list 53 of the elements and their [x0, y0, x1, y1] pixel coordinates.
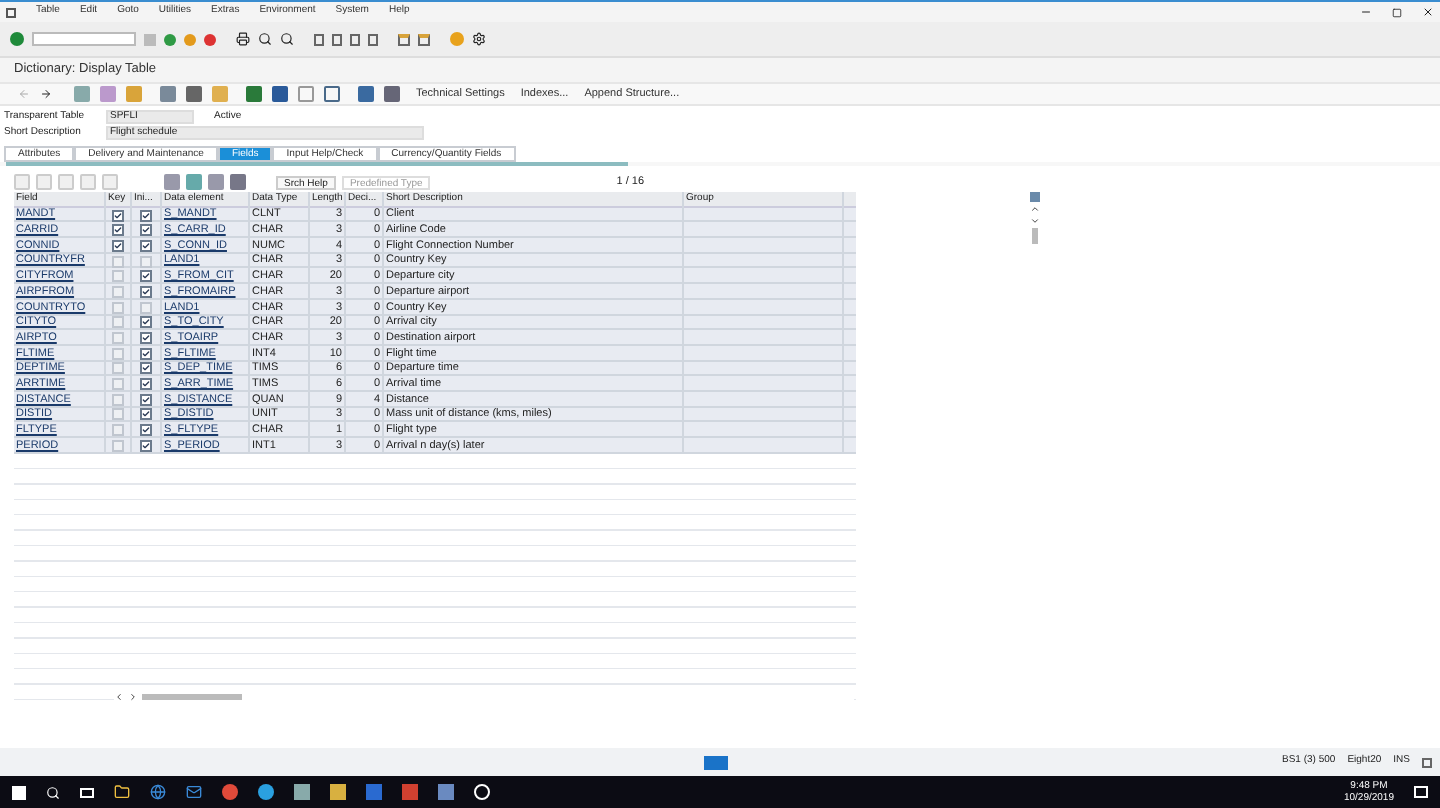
- scroll-down-icon[interactable]: [1030, 216, 1040, 226]
- checkbox[interactable]: [140, 239, 152, 252]
- checkbox[interactable]: [112, 332, 124, 345]
- scrollbar-thumb[interactable]: [142, 693, 242, 699]
- forward-arrow-icon[interactable]: [40, 88, 52, 100]
- checkbox[interactable]: [140, 255, 152, 268]
- checkbox[interactable]: [140, 209, 152, 222]
- checkbox[interactable]: [140, 270, 152, 283]
- search-icon[interactable]: [280, 32, 294, 46]
- checkbox[interactable]: [140, 439, 152, 452]
- restore-icon[interactable]: [1392, 7, 1402, 17]
- checkbox[interactable]: [112, 439, 124, 452]
- checkbox[interactable]: [140, 285, 152, 298]
- search-icon[interactable]: [258, 32, 272, 46]
- checkbox[interactable]: [112, 239, 124, 252]
- scroll-right-icon[interactable]: [128, 691, 138, 701]
- mail-icon[interactable]: [186, 784, 202, 800]
- checkbox[interactable]: [140, 224, 152, 237]
- print-icon[interactable]: [236, 32, 250, 46]
- checkbox[interactable]: [140, 347, 152, 360]
- checkbox[interactable]: [112, 316, 124, 329]
- scroll-up-icon[interactable]: [1030, 204, 1040, 214]
- checkbox[interactable]: [112, 362, 124, 375]
- checkbox[interactable]: [112, 301, 124, 314]
- checkbox[interactable]: [112, 408, 124, 421]
- checkbox[interactable]: [140, 332, 152, 345]
- scrollbar-thumb[interactable]: [1032, 228, 1038, 244]
- checkbox[interactable]: [140, 378, 152, 391]
- checkbox[interactable]: [140, 393, 152, 406]
- checkbox[interactable]: [140, 408, 152, 421]
- checkbox[interactable]: [140, 301, 152, 314]
- checkbox[interactable]: [140, 424, 152, 437]
- task-view-icon[interactable]: [80, 787, 94, 797]
- checkbox[interactable]: [112, 270, 124, 283]
- app-icon[interactable]: [474, 784, 490, 800]
- checkbox[interactable]: [112, 285, 124, 298]
- minimize-icon[interactable]: [1360, 6, 1372, 18]
- checkbox[interactable]: [112, 255, 124, 268]
- checkbox[interactable]: [112, 378, 124, 391]
- settings-icon[interactable]: [472, 32, 486, 46]
- checkbox[interactable]: [112, 224, 124, 237]
- checkbox[interactable]: [112, 393, 124, 406]
- back-arrow-icon[interactable]: [18, 88, 30, 100]
- scroll-left-icon[interactable]: [114, 691, 124, 701]
- checkbox[interactable]: [140, 316, 152, 329]
- folder-icon[interactable]: [114, 784, 130, 800]
- checkbox[interactable]: [112, 424, 124, 437]
- start-icon[interactable]: [12, 785, 26, 799]
- command-field[interactable]: [32, 32, 136, 46]
- checkbox[interactable]: [112, 209, 124, 222]
- close-icon[interactable]: [1422, 6, 1434, 18]
- checkbox[interactable]: [112, 347, 124, 360]
- checkbox[interactable]: [140, 362, 152, 375]
